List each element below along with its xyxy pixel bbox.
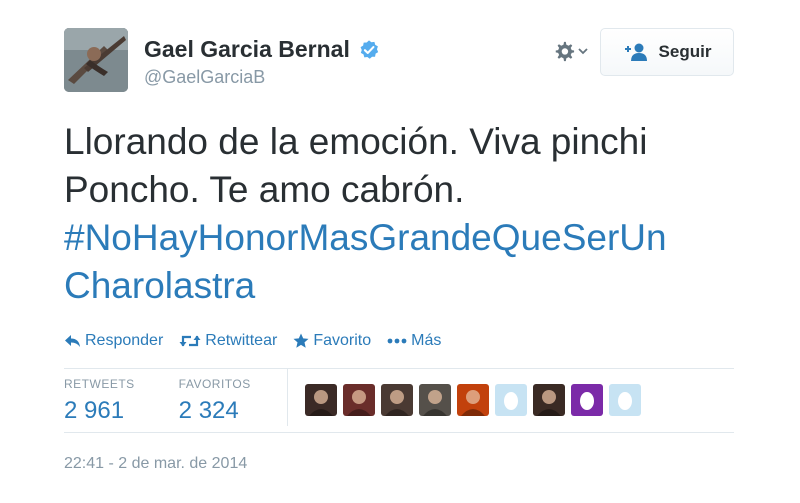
avatar[interactable] bbox=[64, 28, 128, 92]
tweet-body: Llorando de la emoción. Viva pinchi Ponc… bbox=[64, 121, 648, 210]
more-button[interactable]: Más bbox=[387, 332, 441, 350]
reply-label: Responder bbox=[85, 332, 164, 349]
favorite-button[interactable]: Favorito bbox=[293, 332, 371, 350]
add-user-icon bbox=[624, 43, 647, 61]
reply-button[interactable]: Responder bbox=[64, 332, 163, 350]
tweet-actions: Responder Retwittear Favorito Más bbox=[64, 332, 441, 350]
favoriter-avatar[interactable] bbox=[381, 384, 413, 416]
favoriter-avatar[interactable] bbox=[533, 384, 565, 416]
tweet-stats: RETWEETS 2 961 FAVORITOS 2 324 bbox=[64, 377, 295, 425]
favorites-stat-value: 2 324 bbox=[178, 397, 239, 424]
retweet-label: Retwittear bbox=[205, 332, 278, 349]
follow-label: Seguir bbox=[658, 42, 712, 61]
favoriters-list bbox=[305, 384, 641, 416]
retweet-icon bbox=[179, 335, 201, 347]
egg-icon bbox=[504, 392, 518, 410]
favoriter-avatar[interactable] bbox=[343, 384, 375, 416]
favorites-stat-label: FAVORITOS bbox=[178, 377, 251, 391]
favorites-stat[interactable]: FAVORITOS 2 324 bbox=[179, 377, 251, 425]
favoriter-avatar[interactable] bbox=[495, 384, 527, 416]
egg-icon bbox=[618, 392, 632, 410]
reply-icon bbox=[65, 335, 80, 347]
hashtag-link[interactable]: #NoHayHonorMasGrandeQueSerUn Charolastra bbox=[64, 214, 754, 310]
tweet-timestamp[interactable]: 22:41 - 2 de mar. de 2014 bbox=[64, 455, 247, 473]
favoriter-avatar[interactable] bbox=[457, 384, 489, 416]
divider-bottom bbox=[64, 432, 734, 433]
person-photo-icon bbox=[461, 390, 485, 416]
divider-top bbox=[64, 368, 734, 369]
person-photo-icon bbox=[309, 390, 333, 416]
favorite-label: Favorito bbox=[313, 332, 372, 349]
egg-icon bbox=[580, 392, 594, 410]
favoriter-avatar[interactable] bbox=[419, 384, 451, 416]
retweet-button[interactable]: Retwittear bbox=[179, 332, 277, 350]
more-icon bbox=[387, 338, 407, 344]
verified-badge-icon bbox=[360, 39, 379, 59]
favoriter-avatar[interactable] bbox=[609, 384, 641, 416]
retweets-stat-label: RETWEETS bbox=[64, 377, 135, 391]
favoriter-avatar[interactable] bbox=[305, 384, 337, 416]
person-photo-icon bbox=[347, 390, 371, 416]
retweets-stat-value: 2 961 bbox=[64, 397, 125, 424]
settings-menu[interactable] bbox=[553, 40, 588, 62]
favoriter-avatar[interactable] bbox=[571, 384, 603, 416]
name-row: Gael Garcia Bernal bbox=[144, 36, 380, 63]
person-photo-icon bbox=[537, 390, 561, 416]
user-handle[interactable]: @GaelGarciaB bbox=[144, 67, 265, 88]
more-label: Más bbox=[411, 332, 442, 349]
gear-icon bbox=[555, 41, 575, 62]
user-fullname[interactable]: Gael Garcia Bernal bbox=[144, 36, 350, 63]
person-photo-icon bbox=[423, 390, 447, 416]
stats-separator bbox=[287, 369, 288, 426]
tweet-text: Llorando de la emoción. Viva pinchi Ponc… bbox=[64, 118, 754, 310]
retweets-stat[interactable]: RETWEETS 2 961 bbox=[64, 377, 135, 425]
follow-button[interactable]: Seguir bbox=[600, 28, 734, 76]
star-icon bbox=[293, 333, 309, 348]
chevron-down-icon bbox=[578, 48, 588, 55]
person-photo-icon bbox=[385, 390, 409, 416]
